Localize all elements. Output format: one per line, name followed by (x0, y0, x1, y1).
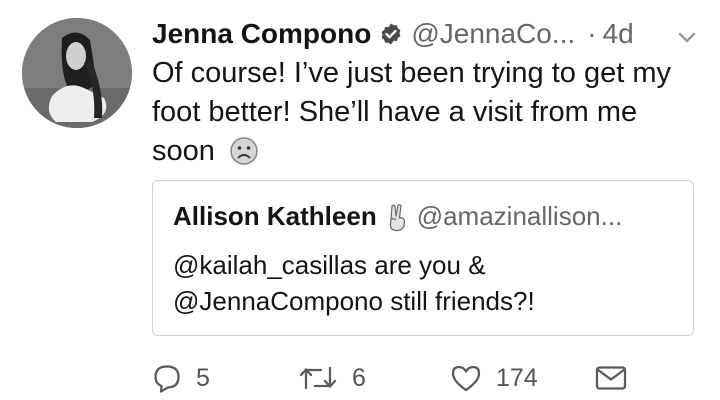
frowning-face-emoji-icon (230, 137, 258, 165)
quoted-tweet[interactable]: Allison Kathleen @amazinallison... @kail… (152, 180, 694, 336)
reply-button[interactable]: 5 (152, 358, 210, 398)
retweet-count: 6 (352, 363, 366, 392)
quoted-text-line: @JennaCompono still friends?! (173, 286, 535, 316)
tweet-actions: 5 6 174 (152, 358, 712, 398)
tweet-header: Jenna Compono @JennaCo... · 4d (152, 12, 702, 56)
retweet-icon (299, 366, 337, 390)
retweet-button[interactable]: 6 (298, 358, 366, 398)
timestamp[interactable]: 4d (603, 18, 634, 50)
verified-icon (381, 23, 401, 45)
reply-icon (154, 365, 180, 393)
victory-hand-emoji-icon (389, 203, 405, 231)
message-button[interactable] (594, 358, 628, 398)
chevron-down-icon[interactable] (676, 26, 698, 48)
quoted-author-name[interactable]: Allison Kathleen (173, 201, 377, 232)
quoted-text-line: @kailah_casillas are you & (173, 250, 486, 280)
author-name[interactable]: Jenna Compono (152, 18, 371, 50)
quoted-header: Allison Kathleen @amazinallison... (173, 201, 622, 232)
like-button[interactable]: 174 (450, 358, 538, 398)
like-icon (451, 365, 481, 392)
avatar[interactable] (22, 18, 132, 128)
message-icon (595, 366, 627, 390)
quoted-text: @kailah_casillas are you & @JennaCompono… (173, 247, 683, 319)
reply-count: 5 (196, 363, 210, 392)
tweet-text: Of course! I’ve just been trying to get … (152, 54, 702, 171)
like-count: 174 (496, 363, 538, 392)
separator-dot: · (587, 18, 597, 49)
author-handle[interactable]: @JennaCo... (411, 18, 575, 50)
quoted-author-handle[interactable]: @amazinallison... (417, 201, 623, 232)
